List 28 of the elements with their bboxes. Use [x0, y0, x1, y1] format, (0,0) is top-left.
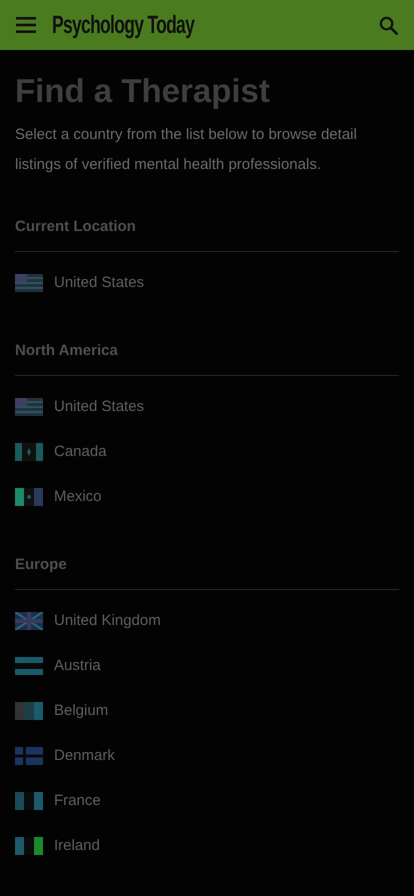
flag-icon	[15, 746, 43, 764]
country-link[interactable]: France	[15, 778, 399, 823]
flag-icon	[15, 792, 43, 810]
flag-icon	[15, 702, 43, 720]
section-heading: Europe	[15, 555, 68, 575]
flag-icon	[15, 836, 43, 854]
country-link[interactable]: Canada	[15, 429, 399, 474]
flag-icon	[15, 398, 43, 416]
flag-icon	[15, 274, 43, 292]
section-heading: North America	[15, 341, 119, 361]
flag-icon	[15, 612, 43, 630]
flag-icon	[15, 488, 43, 506]
country-link[interactable]: United States	[15, 384, 399, 429]
intro-text: Select a country from the list below to browse detail listings of verified mental health professionals.	[15, 125, 358, 174]
flag-icon	[15, 656, 43, 674]
page-title: Find a Therapist	[15, 72, 271, 110]
country-link[interactable]: Denmark	[15, 733, 399, 778]
menu-icon[interactable]	[16, 17, 36, 33]
country-link[interactable]: Belgium	[15, 688, 399, 733]
logo[interactable]: Psychology Today	[52, 10, 194, 40]
country-link[interactable]: Austria	[15, 643, 399, 688]
country-link[interactable]: Mexico	[15, 474, 399, 519]
country-link[interactable]: United States	[15, 260, 399, 305]
search-icon[interactable]	[379, 16, 398, 34]
flag-icon	[15, 442, 43, 460]
section-heading: Current Location	[15, 217, 137, 237]
country-link[interactable]: Ireland	[15, 823, 399, 868]
country-link[interactable]: United Kingdom	[15, 598, 399, 643]
